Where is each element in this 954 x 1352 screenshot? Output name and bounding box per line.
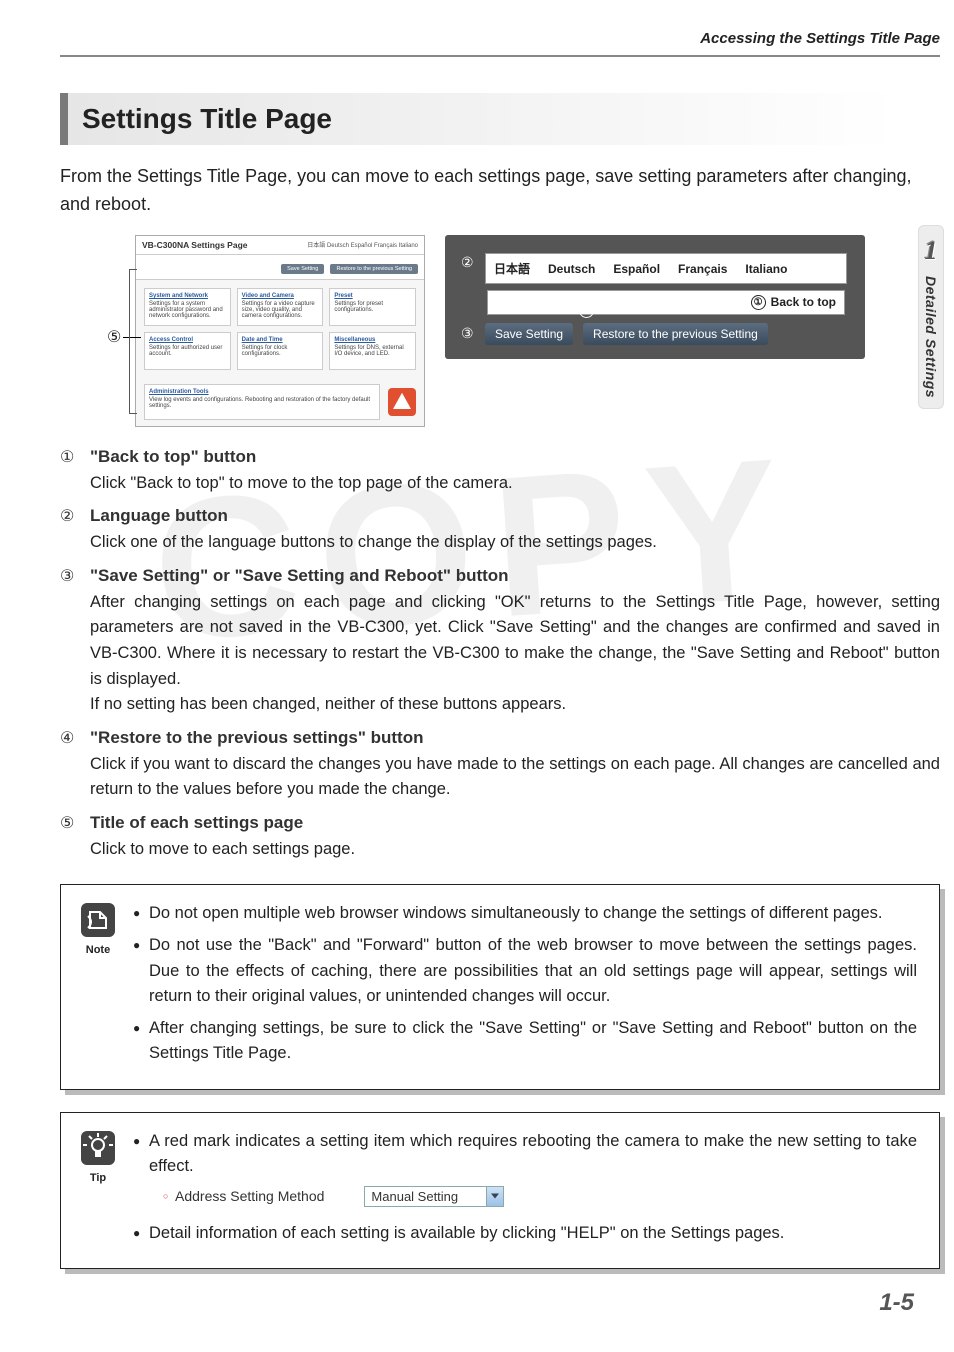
example-select[interactable]: Manual Setting bbox=[364, 1186, 504, 1207]
lang-fr[interactable]: Français bbox=[678, 262, 727, 276]
note-icon: Note bbox=[76, 902, 120, 956]
figure-callout-2: ② bbox=[461, 255, 474, 272]
tip-icon: Tip bbox=[76, 1130, 120, 1184]
figure-callout-4: ④ bbox=[579, 303, 594, 318]
thumb-cells: System and NetworkSettings for a system … bbox=[136, 280, 424, 378]
thumb-title: VB-C300NA Settings Page bbox=[142, 240, 248, 250]
figure-lang-buttons: ② ③ 日本語 Deutsch Español Français Italian… bbox=[445, 235, 865, 359]
lang-it[interactable]: Italiano bbox=[745, 262, 787, 276]
note-bullet: Do not use the "Back" and "Forward" butt… bbox=[133, 933, 917, 1010]
callout-bracket bbox=[129, 269, 137, 414]
item-3: ③"Save Setting" or "Save Setting and Reb… bbox=[60, 566, 940, 718]
lang-bar: 日本語 Deutsch Español Français Italiano bbox=[485, 253, 847, 284]
back-to-top[interactable]: ① Back to top bbox=[487, 290, 845, 315]
lang-de[interactable]: Deutsch bbox=[548, 262, 595, 276]
figure-callout-1: ① bbox=[751, 295, 766, 310]
example-label: Address Setting Method bbox=[163, 1188, 324, 1204]
tools-icon bbox=[388, 388, 416, 416]
figure-callout-5: ⑤ bbox=[107, 327, 121, 347]
thumb-restore: Restore to the previous Setting bbox=[330, 264, 418, 274]
tip-box: Tip A red mark indicates a setting item … bbox=[60, 1112, 940, 1270]
lang-es[interactable]: Español bbox=[613, 262, 660, 276]
thumb-langs: 日本語 Deutsch Español Français Italiano bbox=[307, 240, 418, 249]
figure-settings-grid: ⑤ VB-C300NA Settings Page 日本語 Deutsch Es… bbox=[135, 235, 425, 427]
lang-jp[interactable]: 日本語 bbox=[494, 260, 530, 277]
page-title: Settings Title Page bbox=[60, 93, 940, 145]
breadcrumb: Accessing the Settings Title Page bbox=[60, 30, 940, 57]
tip-bullet: A red mark indicates a setting item whic… bbox=[133, 1129, 917, 1180]
item-2: ②Language button Click one of the langua… bbox=[60, 506, 940, 556]
item-4: ④"Restore to the previous settings" butt… bbox=[60, 728, 940, 803]
tip-bullet: Detail information of each setting is av… bbox=[133, 1221, 917, 1247]
intro-text: From the Settings Title Page, you can mo… bbox=[60, 163, 940, 219]
page-number: 1-5 bbox=[0, 1289, 914, 1317]
note-box: Note Do not open multiple web browser wi… bbox=[60, 884, 940, 1089]
figure-row: ⑤ VB-C300NA Settings Page 日本語 Deutsch Es… bbox=[60, 235, 940, 427]
item-list: ①"Back to top" button Click "Back to top… bbox=[60, 447, 940, 863]
note-bullet: Do not open multiple web browser windows… bbox=[133, 901, 917, 927]
save-setting-button[interactable]: Save Setting bbox=[485, 323, 573, 345]
item-5: ⑤Title of each settings page Click to mo… bbox=[60, 813, 940, 863]
note-bullet: After changing settings, be sure to clic… bbox=[133, 1016, 917, 1067]
figure-callout-3: ③ bbox=[461, 326, 474, 343]
item-1: ①"Back to top" button Click "Back to top… bbox=[60, 447, 940, 497]
setting-example: Address Setting Method Manual Setting bbox=[163, 1186, 917, 1207]
settings-page-thumbnail: VB-C300NA Settings Page 日本語 Deutsch Espa… bbox=[135, 235, 425, 427]
restore-button[interactable]: Restore to the previous Setting bbox=[583, 323, 768, 345]
thumb-save: Save Setting bbox=[281, 264, 324, 274]
